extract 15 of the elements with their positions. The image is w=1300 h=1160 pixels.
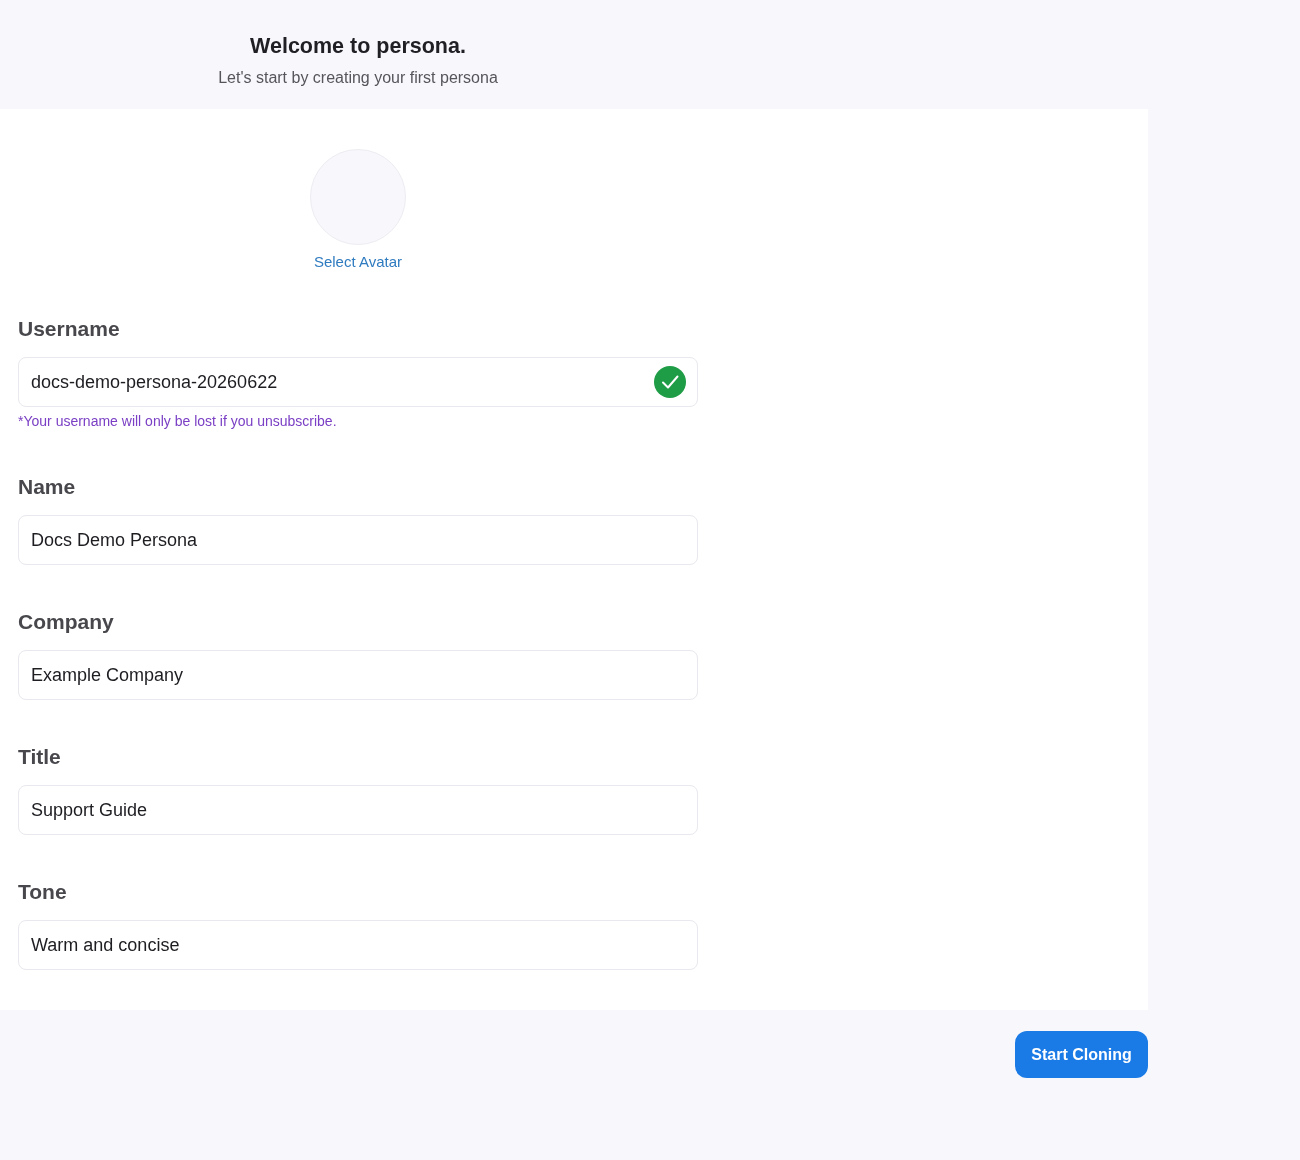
field-label: Username	[18, 316, 121, 342]
text-input-field[interactable]: Warm and concise	[18, 920, 698, 970]
field-label: Title	[18, 744, 62, 770]
helper-text: *Your username will only be lost if you unsubscribe.	[18, 413, 338, 430]
field-label: Company	[18, 609, 115, 635]
text-input-field[interactable]: Example Company	[18, 650, 698, 700]
field-label: Name	[18, 474, 77, 500]
start-cloning-button[interactable]: Start Cloning	[1015, 1031, 1148, 1078]
welcome-subtitle: Let's start by creating your first persona	[218, 68, 498, 88]
select-avatar-link[interactable]: Select Avatar	[313, 253, 403, 271]
field-label: Tone	[18, 879, 68, 905]
text-input-field[interactable]: docs-demo-persona-20260622	[18, 357, 698, 407]
text-input-field[interactable]: Support Guide	[18, 785, 698, 835]
welcome-title: Welcome to persona.	[250, 33, 466, 59]
text-input-field[interactable]: Docs Demo Persona	[18, 515, 698, 565]
